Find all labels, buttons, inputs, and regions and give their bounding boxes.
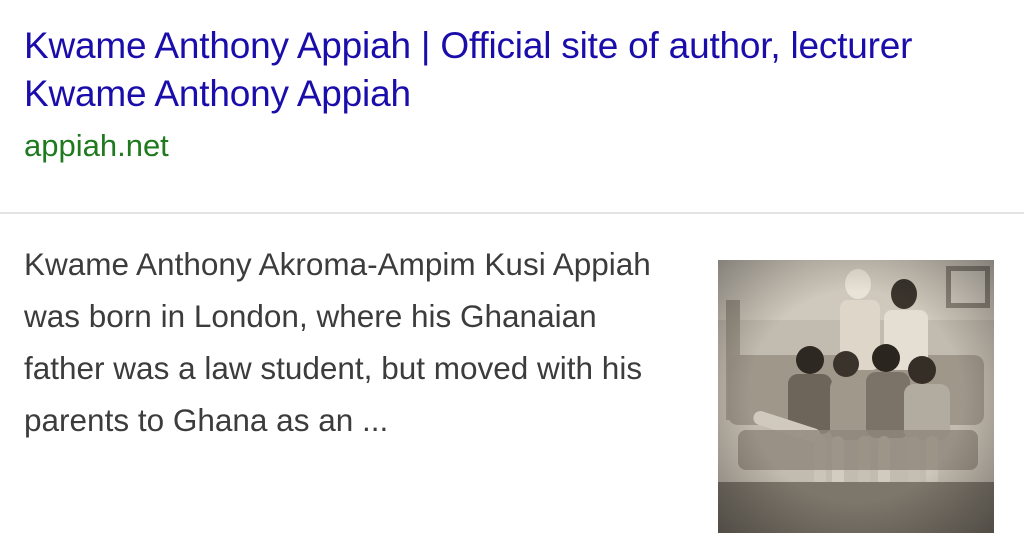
- search-result-card: Kwame Anthony Appiah | Official site of …: [0, 0, 1024, 556]
- divider: [0, 212, 1024, 214]
- result-snippet: Kwame Anthony Akroma-Ampim Kusi Appiah w…: [24, 246, 651, 438]
- result-url[interactable]: appiah.net: [24, 126, 1004, 166]
- result-title-link[interactable]: Kwame Anthony Appiah | Official site of …: [24, 22, 1004, 118]
- result-header: Kwame Anthony Appiah | Official site of …: [24, 22, 1004, 166]
- result-thumbnail[interactable]: [718, 260, 994, 533]
- family-photo-image: [718, 260, 994, 533]
